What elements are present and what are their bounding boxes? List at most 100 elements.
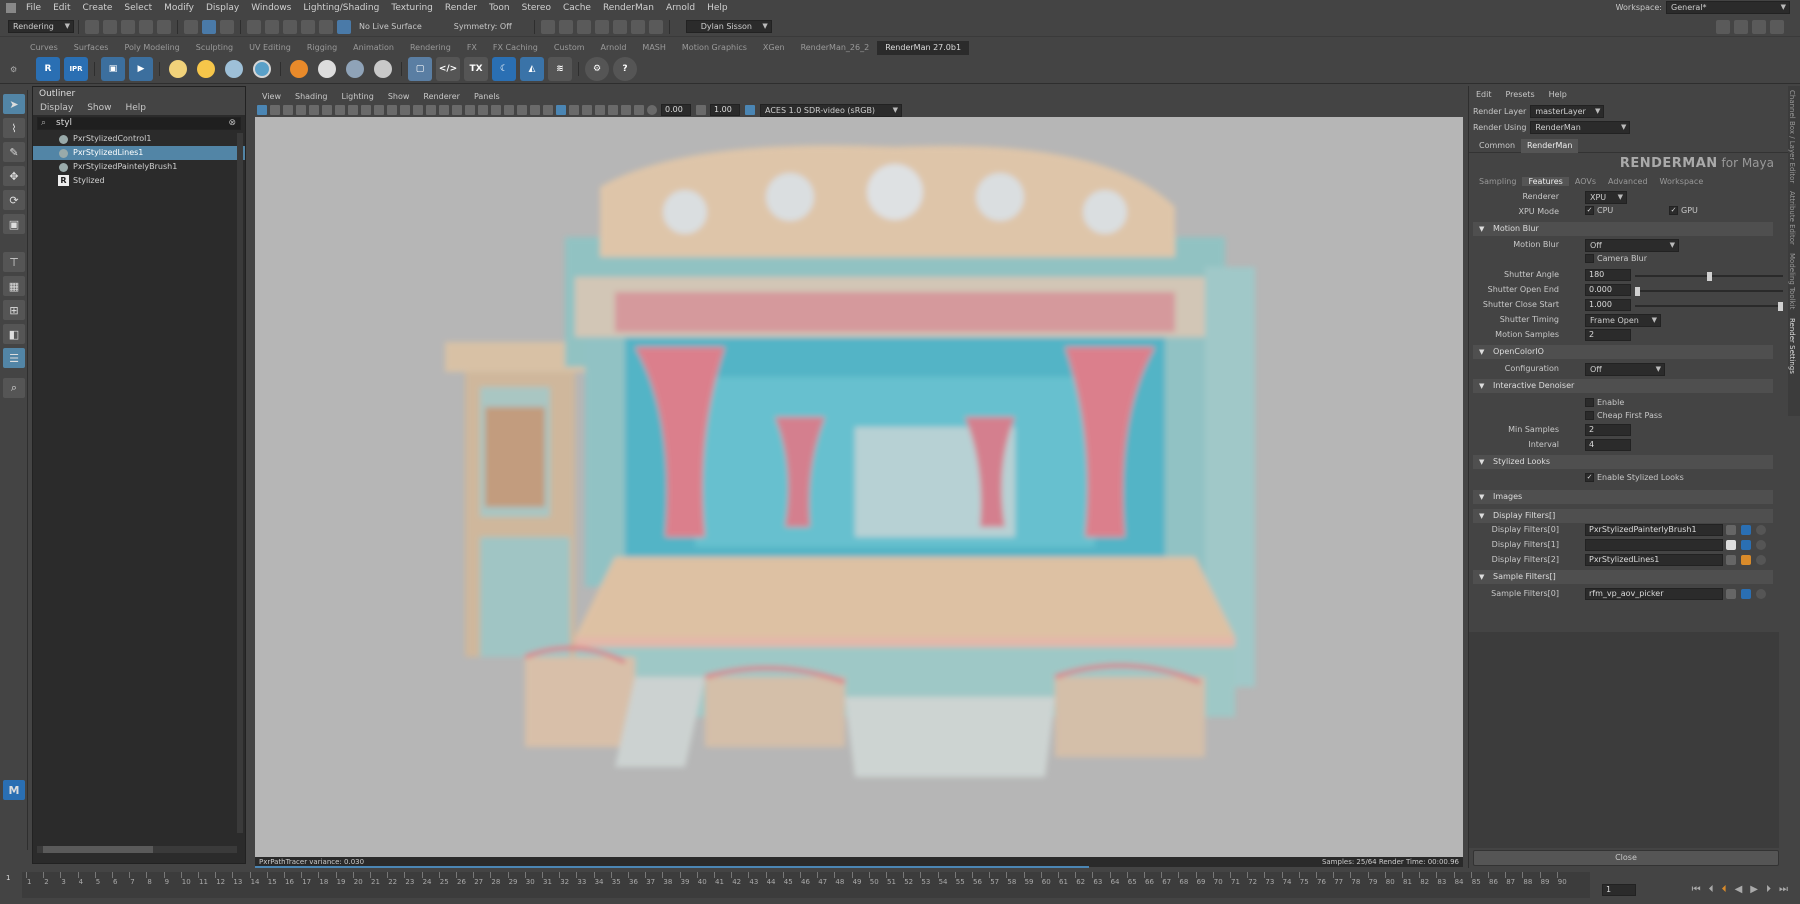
hypershade-icon[interactable] bbox=[612, 19, 627, 34]
gate-mask-icon[interactable] bbox=[334, 105, 345, 115]
shutter-angle-field[interactable]: 180 bbox=[1585, 269, 1631, 281]
menu-render[interactable]: Render bbox=[439, 0, 483, 16]
denoiser-section-header[interactable]: ▼ Interactive Denoiser bbox=[1473, 379, 1773, 393]
lights-icon[interactable] bbox=[451, 105, 462, 115]
checker-node-icon[interactable] bbox=[1726, 540, 1736, 550]
display-filter-field[interactable]: PxrStylizedLines1 bbox=[1585, 554, 1723, 566]
pause-icon[interactable] bbox=[648, 19, 663, 34]
pattern-material-icon[interactable] bbox=[343, 57, 367, 81]
camera-blur-checkbox[interactable] bbox=[1585, 254, 1594, 263]
menu-modify[interactable]: Modify bbox=[158, 0, 200, 16]
menu-cache[interactable]: Cache bbox=[557, 0, 597, 16]
moon-icon[interactable]: ☾ bbox=[492, 57, 516, 81]
search-icon[interactable]: ⌕ bbox=[3, 378, 25, 398]
bookmarks-icon[interactable] bbox=[282, 105, 293, 115]
denoiser-enable-checkbox[interactable] bbox=[1585, 398, 1594, 407]
node-menu-icon[interactable] bbox=[1756, 525, 1766, 535]
motion-samples-field[interactable]: 2 bbox=[1585, 329, 1631, 341]
display-filters-section-header[interactable]: ▼ Display Filters[] bbox=[1473, 509, 1773, 523]
snap-grid-icon[interactable] bbox=[247, 19, 261, 34]
menu-texturing[interactable]: Texturing bbox=[385, 0, 439, 16]
side-tab-modeling-toolkit[interactable]: Modeling Toolkit bbox=[1788, 253, 1796, 309]
live-surface-label[interactable]: No Live Surface bbox=[359, 22, 422, 31]
outliner-menu-help[interactable]: Help bbox=[118, 101, 153, 115]
camera-attributes-icon[interactable] bbox=[269, 105, 280, 115]
shelf-tab-sculpting[interactable]: Sculpting bbox=[188, 41, 241, 55]
enable-stylized-toggle[interactable]: ✓ Enable Stylized Looks bbox=[1585, 473, 1684, 482]
scale-tool-icon[interactable]: ▣ bbox=[3, 214, 25, 234]
waveform-icon[interactable]: ≋ bbox=[548, 57, 572, 81]
motion-blur-icon[interactable] bbox=[490, 105, 501, 115]
min-samples-field[interactable]: 2 bbox=[1585, 424, 1631, 436]
hud-icon[interactable] bbox=[594, 105, 605, 115]
anti-alias-icon[interactable] bbox=[503, 105, 514, 115]
viewport-menu-shading[interactable]: Shading bbox=[288, 92, 335, 101]
shelf-tab-renderman-26[interactable]: RenderMan_26_2 bbox=[793, 41, 878, 55]
render-using-dropdown[interactable]: RenderMan ▼ bbox=[1530, 120, 1631, 134]
colorspace-dropdown[interactable]: ACES 1.0 SDR-video (sRGB) ▼ bbox=[760, 103, 902, 117]
menu-renderman[interactable]: RenderMan bbox=[597, 0, 660, 16]
shelf-tab-xgen[interactable]: XGen bbox=[755, 41, 793, 55]
camera-blur-toggle[interactable]: Camera Blur bbox=[1585, 254, 1647, 263]
outliner-item[interactable]: PxrStylizedPaintelyBrush1 bbox=[33, 160, 245, 174]
slider-handle[interactable] bbox=[1635, 287, 1640, 296]
stylized-looks-section-header[interactable]: ▼ Stylized Looks bbox=[1473, 455, 1773, 469]
color-management-icon[interactable] bbox=[744, 105, 755, 115]
snap-view-icon[interactable] bbox=[301, 19, 315, 34]
shelf-tab-arnold[interactable]: Arnold bbox=[593, 41, 635, 55]
resolution-gate-icon[interactable] bbox=[321, 105, 332, 115]
shutter-angle-slider[interactable] bbox=[1635, 272, 1783, 281]
layout-persp-icon[interactable]: ▦ bbox=[3, 276, 25, 296]
menu-create[interactable]: Create bbox=[77, 0, 119, 16]
workspace-dropdown[interactable]: General* ▼ bbox=[1666, 1, 1790, 14]
render-preview-icon[interactable]: ▶ bbox=[129, 57, 153, 81]
sun-light-icon[interactable] bbox=[194, 57, 218, 81]
menu-stereo[interactable]: Stereo bbox=[516, 0, 557, 16]
snap-surface-icon[interactable] bbox=[319, 19, 333, 34]
go-to-start-icon[interactable]: ⏮ bbox=[1692, 884, 1701, 895]
dome-light-icon[interactable] bbox=[166, 57, 190, 81]
viewport-menu-panels[interactable]: Panels bbox=[467, 92, 507, 101]
outliner-menu-show[interactable]: Show bbox=[80, 101, 118, 115]
ocio-section-header[interactable]: ▼ OpenColorIO bbox=[1473, 345, 1773, 359]
exposure-icon[interactable] bbox=[646, 105, 657, 115]
default-material-icon[interactable] bbox=[425, 105, 436, 115]
shelf-tab-fx[interactable]: FX bbox=[459, 41, 485, 55]
shelf-tab-poly-modeling[interactable]: Poly Modeling bbox=[116, 41, 187, 55]
node-menu-icon[interactable] bbox=[1756, 555, 1766, 565]
viewport-menu-renderer[interactable]: Renderer bbox=[416, 92, 467, 101]
tab-common[interactable]: Common bbox=[1473, 139, 1521, 153]
render-settings-icon[interactable] bbox=[594, 19, 609, 34]
shelf-tab-motion-graphics[interactable]: Motion Graphics bbox=[674, 41, 755, 55]
sample-filters-section-header[interactable]: ▼ Sample Filters[] bbox=[1473, 570, 1773, 584]
outliner-vscrollbar[interactable] bbox=[237, 133, 243, 833]
move-tool-icon[interactable]: ✥ bbox=[3, 166, 25, 186]
node-menu-icon[interactable] bbox=[1756, 540, 1766, 550]
node-connect-icon[interactable] bbox=[1726, 555, 1736, 565]
subtab-advanced[interactable]: Advanced bbox=[1602, 177, 1654, 186]
field-chart-icon[interactable] bbox=[347, 105, 358, 115]
shutter-close-slider[interactable] bbox=[1635, 302, 1783, 311]
play-forwards-icon[interactable]: ▶ bbox=[1750, 884, 1758, 895]
display-filter-field[interactable]: PxrStylizedPainterlyBrush1 bbox=[1585, 524, 1723, 536]
time-slider[interactable]: 1 2 3 4 5 6 7 8 9 10 11 12 13 14 15 16 17 18 19 20 21 22 23 24 2… bbox=[22, 872, 1590, 898]
depth-of-field-icon[interactable] bbox=[516, 105, 527, 115]
node-menu-icon[interactable] bbox=[1756, 589, 1766, 599]
maya-logo-icon[interactable] bbox=[6, 3, 16, 13]
outliner-menu-display[interactable]: Display bbox=[33, 101, 80, 115]
select-object-icon[interactable] bbox=[202, 19, 216, 34]
shelf-tab-animation[interactable]: Animation bbox=[345, 41, 402, 55]
side-tab-channel-box[interactable]: Channel Box / Layer Editor bbox=[1788, 90, 1796, 183]
gpu-checkbox[interactable]: ✓ bbox=[1669, 206, 1678, 215]
ipr-snapshot-icon[interactable] bbox=[620, 105, 631, 115]
grease-pencil-icon[interactable] bbox=[386, 105, 397, 115]
layout-single-icon[interactable]: ⊤ bbox=[3, 252, 25, 272]
motion-blur-dropdown[interactable]: Off ▼ bbox=[1585, 239, 1679, 252]
viewport-menu-view[interactable]: View bbox=[255, 92, 288, 101]
toggle-attribute-editor-icon[interactable] bbox=[1734, 20, 1748, 34]
code-editor-icon[interactable]: </> bbox=[436, 57, 460, 81]
make-live-icon[interactable] bbox=[337, 19, 351, 34]
toggle-channel-box-icon[interactable] bbox=[1770, 20, 1784, 34]
rs-menu-presets[interactable]: Presets bbox=[1499, 90, 1542, 99]
subtab-workspace[interactable]: Workspace bbox=[1654, 177, 1710, 186]
